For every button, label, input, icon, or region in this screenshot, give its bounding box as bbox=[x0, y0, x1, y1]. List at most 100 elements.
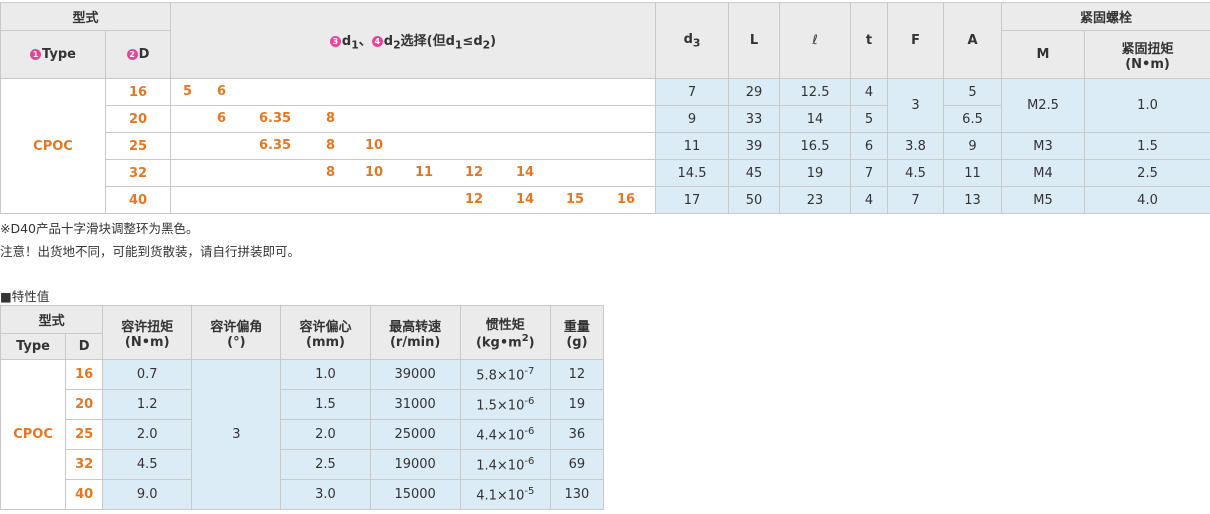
F-cell: 3.8 bbox=[887, 132, 945, 160]
ell-cell: 14 bbox=[779, 105, 852, 133]
d3-cell: 11 bbox=[655, 132, 730, 160]
d-option-value: 6.35 bbox=[259, 138, 292, 153]
d-option-value: 10 bbox=[365, 165, 384, 180]
L-cell: 45 bbox=[728, 159, 781, 187]
torque-cell: 9.0 bbox=[102, 479, 193, 510]
d-cell: 16 bbox=[65, 359, 104, 390]
t-cell: 5 bbox=[850, 105, 889, 133]
type-header: Type bbox=[0, 333, 67, 360]
torque-cell: 1.2 bbox=[102, 389, 193, 420]
L-cell: 29 bbox=[728, 78, 781, 106]
d-option-value: 15 bbox=[566, 192, 585, 207]
A-cell: 9 bbox=[943, 132, 1003, 160]
d-cell: 32 bbox=[104, 159, 172, 187]
d-cell: 20 bbox=[65, 389, 104, 420]
inertia-cell: 4.4×10-6 bbox=[459, 419, 551, 450]
inertia-cell: 1.5×10-6 bbox=[459, 389, 551, 420]
M-header: M bbox=[1001, 30, 1086, 79]
angle-cell: 3 bbox=[191, 359, 282, 510]
property-table: 型式 容许扭矩 (N•m) 容许偏角 (°) 容许偏心 (mm) 最高转速 (r/min… bbox=[0, 305, 605, 510]
A-cell: 11 bbox=[943, 159, 1003, 187]
d-values-cell: 8 10 11 12 14 bbox=[170, 159, 657, 187]
ell-cell: 12.5 bbox=[779, 78, 852, 106]
type-cell: CPOC bbox=[0, 78, 106, 214]
F-header: F bbox=[887, 2, 945, 79]
section-title: ■特性值 bbox=[0, 289, 50, 304]
d3-cell: 14.5 bbox=[655, 159, 730, 187]
table-row: CPOC 16 56 7 29 12.5 4 3 5 M2.5 1.0 bbox=[0, 78, 1210, 214]
F-cell: 7 bbox=[887, 186, 945, 214]
d3-cell: 17 bbox=[655, 186, 730, 214]
d-cell: 20 bbox=[104, 105, 172, 133]
d-values-cell: 56 bbox=[170, 78, 657, 106]
note-d40-black: ※D40产品十字滑块调整环为黑色。 bbox=[0, 221, 199, 236]
L-cell: 50 bbox=[728, 186, 781, 214]
note-shipping: 注意！出货地不同，可能到货散装，请自行拼装即可。 bbox=[0, 244, 301, 259]
inertia-cell: 5.8×10-7 bbox=[459, 359, 551, 390]
circle-2-icon: 2 bbox=[126, 49, 138, 60]
circle-1-icon: 1 bbox=[30, 49, 42, 60]
spec-table: 型式 3 d1、 4 d2选择(但d1≤d2) d3 L ℓ t F A 紧固螺栓 1… bbox=[0, 2, 1210, 214]
speed-cell: 31000 bbox=[369, 389, 461, 420]
d3-cell: 9 bbox=[655, 105, 730, 133]
M-cell: M4 bbox=[1001, 159, 1086, 187]
M-cell: M5 bbox=[1001, 186, 1086, 214]
d-cell: 25 bbox=[65, 419, 104, 450]
ell-header: ℓ bbox=[779, 2, 852, 79]
d-option-value: 8 bbox=[326, 165, 336, 180]
d-option-value: 6.35 bbox=[259, 111, 292, 126]
M-cell: M3 bbox=[1001, 132, 1086, 160]
table-row: 25 6.35 8 10 11 39 16.5 6 3.8 9 M3 1.5 bbox=[1, 132, 1210, 160]
d-option-value: 14 bbox=[516, 192, 535, 207]
d-cell: 32 bbox=[65, 449, 104, 480]
table-row: 20 1.2 1.5 31000 1.5×10-6 19 bbox=[1, 389, 605, 420]
offset-cell: 1.5 bbox=[280, 389, 371, 420]
table-row: 32 4.5 2.5 19000 1.4×10-6 69 bbox=[1, 449, 605, 480]
d-cell: 16 bbox=[104, 78, 172, 106]
t-cell: 4 bbox=[850, 186, 889, 214]
L-cell: 39 bbox=[728, 132, 781, 160]
speed-header: 最高转速 (r/min) bbox=[369, 305, 461, 360]
d-header: D bbox=[65, 333, 104, 360]
d-cell: 25 bbox=[104, 132, 172, 160]
t-cell: 6 bbox=[850, 132, 889, 160]
offset-cell: 2.0 bbox=[280, 419, 371, 450]
d3-cell: 7 bbox=[655, 78, 730, 106]
d-option-value: 11 bbox=[415, 165, 434, 180]
ell-cell: 23 bbox=[779, 186, 852, 214]
angle-header: 容许偏角 (°) bbox=[191, 305, 282, 360]
t-cell: 7 bbox=[850, 159, 889, 187]
inertia-cell: 1.4×10-6 bbox=[459, 449, 551, 480]
d-option-value: 12 bbox=[465, 192, 484, 207]
offset-cell: 2.5 bbox=[280, 449, 371, 480]
weight-cell: 19 bbox=[549, 389, 605, 420]
L-header: L bbox=[728, 2, 781, 79]
speed-cell: 25000 bbox=[369, 419, 461, 450]
d-option-value: 12 bbox=[465, 165, 484, 180]
F-cell: 4.5 bbox=[887, 159, 945, 187]
d-header: 2D bbox=[104, 30, 172, 79]
d-option-value: 8 bbox=[326, 111, 336, 126]
speed-cell: 19000 bbox=[369, 449, 461, 480]
torque-cell: 2.0 bbox=[102, 419, 193, 450]
speed-cell: 15000 bbox=[369, 479, 461, 510]
torque-cell: 4.0 bbox=[1084, 186, 1210, 214]
d-option-value: 16 bbox=[617, 192, 636, 207]
torque-header: 容许扭矩 (N•m) bbox=[102, 305, 193, 360]
model-group-header: 型式 bbox=[0, 305, 104, 334]
ell-cell: 16.5 bbox=[779, 132, 852, 160]
t-cell: 4 bbox=[850, 78, 889, 106]
A-cell: 6.5 bbox=[943, 105, 1003, 133]
bolt-group-header: 紧固螺栓 bbox=[1001, 2, 1210, 31]
circle-4-icon: 4 bbox=[371, 35, 383, 47]
offset-cell: 1.0 bbox=[280, 359, 371, 390]
torque-cell: 4.5 bbox=[102, 449, 193, 480]
d-option-value: 5 bbox=[183, 84, 193, 99]
d3-header: d3 bbox=[655, 2, 730, 79]
d-cell: 40 bbox=[104, 186, 172, 214]
offset-cell: 3.0 bbox=[280, 479, 371, 510]
inertia-cell: 4.1×10-5 bbox=[459, 479, 551, 510]
torque-cell: 1.0 bbox=[1084, 78, 1210, 133]
offset-header: 容许偏心 (mm) bbox=[280, 305, 371, 360]
F-cell: 3 bbox=[887, 78, 945, 133]
